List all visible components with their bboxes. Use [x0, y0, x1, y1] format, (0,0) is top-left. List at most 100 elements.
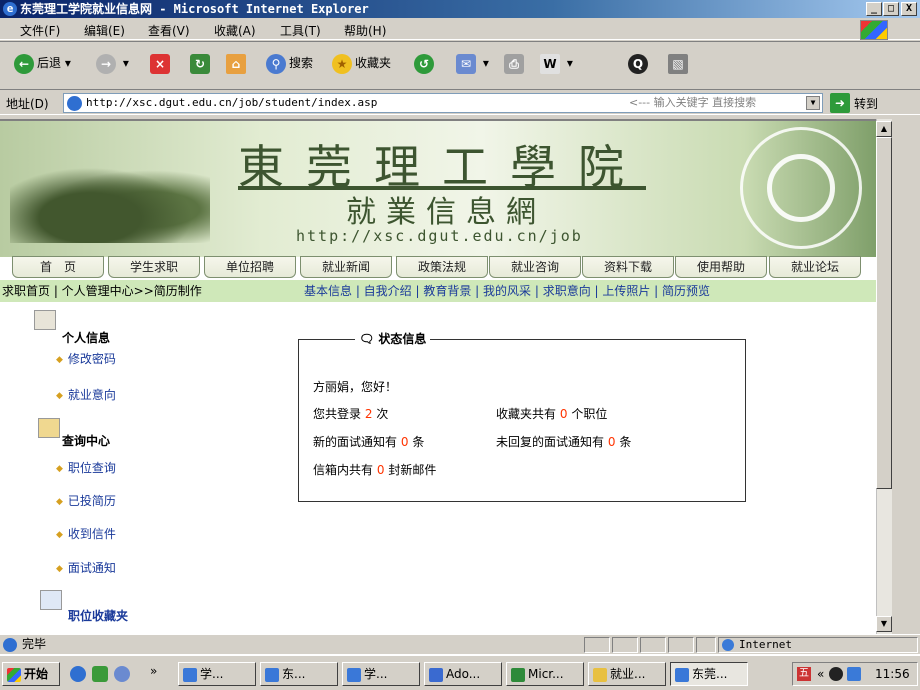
folder-icon — [593, 667, 607, 682]
go-arrow-icon[interactable]: ➜ — [830, 93, 850, 113]
ie-window-icon — [265, 667, 279, 682]
nav-employer-recruit[interactable]: 单位招聘 — [204, 256, 296, 278]
address-bar: 地址(D) http://xsc.dgut.edu.cn/job/student… — [0, 89, 920, 115]
home-button[interactable]: ⌂ — [226, 51, 249, 75]
resume-section-links[interactable]: 基本信息 | 自我介绍 | 教育背景 | 我的风采 | 求职意向 | 上传照片 … — [304, 280, 710, 302]
mail-button[interactable]: ✉ ▾ — [456, 51, 489, 75]
task-button-5[interactable]: Micr... — [506, 662, 584, 686]
adobe-icon — [429, 667, 443, 682]
messenger-button[interactable]: ▧ — [668, 51, 691, 75]
scrollbar-thumb[interactable] — [876, 137, 892, 489]
interview-notices-link[interactable]: 面试通知 — [56, 559, 116, 576]
address-url: http://xsc.dgut.edu.cn/job/student/index… — [86, 96, 378, 109]
quicklaunch-ie-icon[interactable] — [70, 666, 86, 682]
quicklaunch-network-icon[interactable] — [92, 666, 108, 682]
favorites-button[interactable]: ★ 收藏夹 — [332, 51, 391, 75]
mailbox-count: 0 — [376, 463, 385, 477]
stop-icon: × — [150, 53, 170, 74]
nav-policy[interactable]: 政策法规 — [396, 256, 488, 278]
clock[interactable]: 11:56 — [875, 663, 910, 685]
address-input[interactable]: http://xsc.dgut.edu.cn/job/student/index… — [63, 93, 823, 113]
star-icon: ★ — [332, 53, 352, 74]
home-icon: ⌂ — [226, 53, 246, 74]
address-dropdown-icon[interactable]: ▼ — [806, 96, 820, 110]
task-button-3[interactable]: 学... — [342, 662, 420, 686]
user-card-icon — [34, 310, 56, 330]
qq-icon: Q — [628, 53, 648, 74]
refresh-button[interactable]: ↻ — [190, 51, 213, 75]
nav-consulting[interactable]: 就业咨询 — [489, 256, 581, 278]
school-seal-icon — [740, 127, 862, 249]
sent-resumes-link[interactable]: 已投简历 — [56, 492, 116, 509]
edit-button[interactable]: W ▾ — [540, 51, 573, 75]
menu-help[interactable]: 帮助(H) — [344, 22, 386, 39]
menu-favorites[interactable]: 收藏(A) — [214, 22, 256, 39]
zone-label: Internet — [739, 638, 792, 651]
nav-forum[interactable]: 就业论坛 — [769, 256, 861, 278]
status-panel-5 — [696, 637, 716, 653]
go-button[interactable]: 转到 — [854, 95, 878, 112]
scroll-down-button[interactable]: ▼ — [876, 616, 892, 632]
query-center-icon — [38, 418, 60, 438]
task-button-6[interactable]: 就业... — [588, 662, 666, 686]
status-bar: 完毕 Internet — [0, 634, 920, 654]
excel-icon — [511, 667, 525, 682]
qq-tray-icon[interactable] — [829, 667, 843, 681]
nav-downloads[interactable]: 资料下载 — [582, 256, 674, 278]
job-intention-link[interactable]: 就业意向 — [56, 386, 116, 403]
unreplied-interview-count: 0 — [607, 435, 616, 449]
personal-info-heading: 个人信息 — [62, 331, 111, 345]
change-password-link[interactable]: 修改密码 — [56, 350, 116, 367]
history-icon: ↺ — [414, 53, 434, 74]
start-button[interactable]: 开始 — [2, 662, 60, 686]
job-search-link[interactable]: 职位查询 — [56, 459, 116, 476]
nav-help[interactable]: 使用帮助 — [675, 256, 767, 278]
forward-arrow-icon: → — [96, 53, 116, 74]
site-url: http://xsc.dgut.edu.cn/job — [296, 227, 583, 245]
history-button[interactable]: ↺ — [414, 51, 437, 75]
print-button[interactable]: ⎙ — [504, 51, 527, 75]
menu-file[interactable]: 文件(F) — [20, 22, 60, 39]
received-letters-link[interactable]: 收到信件 — [56, 525, 116, 542]
windows-start-icon — [7, 667, 21, 682]
task-button-1[interactable]: 学... — [178, 662, 256, 686]
address-hint: <--- 输入关键字 直接搜索 — [629, 96, 757, 109]
print-icon: ⎙ — [504, 53, 524, 74]
menu-tools[interactable]: 工具(T) — [280, 22, 321, 39]
menu-view[interactable]: 查看(V) — [148, 22, 190, 39]
tray-expand-icon[interactable]: « — [817, 663, 824, 685]
back-arrow-icon: ← — [14, 53, 34, 74]
input-method-icon[interactable]: 五 — [797, 667, 811, 681]
forward-button[interactable]: → ▾ — [96, 51, 129, 75]
nav-home[interactable]: 首 页 — [12, 256, 104, 278]
page-done-icon — [3, 638, 17, 652]
web-page: 東莞理工學院 就業信息網 http://xsc.dgut.edu.cn/job … — [0, 119, 876, 634]
minimize-button[interactable]: _ — [866, 2, 882, 16]
window-titlebar: e 东莞理工学院就业信息网 - Microsoft Internet Explo… — [0, 0, 920, 18]
site-name: 就業信息網 — [346, 195, 546, 230]
stop-button[interactable]: × — [150, 51, 173, 75]
quicklaunch-media-icon[interactable] — [114, 666, 130, 682]
task-button-4[interactable]: Ado... — [424, 662, 502, 686]
network-tray-icon[interactable] — [847, 667, 861, 681]
close-button[interactable]: X — [901, 2, 917, 16]
task-button-2[interactable]: 东... — [260, 662, 338, 686]
nav-student-jobs[interactable]: 学生求职 — [108, 256, 200, 278]
scroll-up-button[interactable]: ▲ — [876, 121, 892, 137]
quicklaunch-more-icon[interactable]: » — [150, 664, 157, 678]
menu-edit[interactable]: 编辑(E) — [84, 22, 125, 39]
qq-button[interactable]: Q — [628, 51, 651, 75]
back-button[interactable]: ← 后退 ▾ — [14, 51, 71, 75]
nav-news[interactable]: 就业新闻 — [300, 256, 392, 278]
task-button-7[interactable]: 东莞... — [670, 662, 748, 686]
job-favorites-heading[interactable]: 职位收藏夹 — [68, 607, 128, 624]
maximize-button[interactable]: □ — [883, 2, 899, 16]
search-button[interactable]: ⚲ 搜索 — [266, 51, 313, 75]
unreplied-interview-text: 未回复的面试通知有 0 条 — [496, 435, 632, 449]
edit-icon: W — [540, 53, 560, 74]
window-title: 东莞理工学院就业信息网 - Microsoft Internet Explore… — [20, 2, 369, 16]
taskbar: 开始 » 学... 东... 学... Ado... Micr... 就业...… — [0, 654, 920, 690]
breadcrumb-bar: 求职首页 | 个人管理中心>>简历制作 基本信息 | 自我介绍 | 教育背景 |… — [0, 280, 876, 302]
messenger-icon: ▧ — [668, 53, 688, 74]
breadcrumb[interactable]: 求职首页 | 个人管理中心>>简历制作 — [2, 280, 202, 302]
